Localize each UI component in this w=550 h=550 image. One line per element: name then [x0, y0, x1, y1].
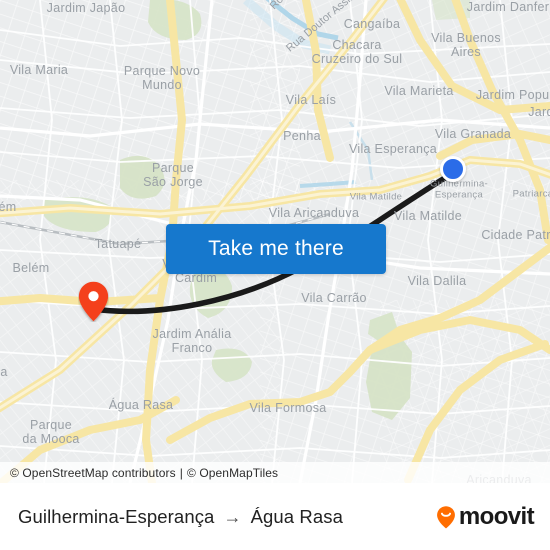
map-pin-icon	[78, 281, 109, 322]
arrow-right-icon: →	[223, 506, 242, 527]
origin-marker[interactable]	[78, 281, 109, 322]
destination-dot-icon	[440, 156, 466, 182]
moovit-wordmark: moovit	[458, 502, 535, 530]
attribution-osm[interactable]: © OpenStreetMap contributors	[10, 466, 176, 480]
route-destination-label: Água Rasa	[250, 505, 343, 527]
take-me-there-button[interactable]: Take me there	[166, 224, 386, 274]
moovit-pin-smiley-icon	[437, 505, 455, 528]
destination-marker[interactable]	[440, 156, 472, 188]
moovit-logo[interactable]: moovit	[433, 502, 535, 530]
attribution-tiles[interactable]: © OpenMapTiles	[187, 466, 278, 480]
attribution-separator: |	[179, 465, 183, 480]
moovit-trip-preview: Jardim Japão Cangaíba Jardim Danfer Vila Bu…	[0, 0, 550, 550]
footer-bar: Guilhermina-Esperança → Água Rasa moovit	[0, 483, 550, 550]
map-attribution: © OpenStreetMap contributors | © OpenMap…	[0, 462, 550, 483]
map-viewport[interactable]: Jardim Japão Cangaíba Jardim Danfer Vila Bu…	[0, 0, 550, 483]
route-origin-label: Guilhermina-Esperança	[18, 505, 215, 527]
route-summary: Guilhermina-Esperança → Água Rasa	[18, 506, 433, 528]
